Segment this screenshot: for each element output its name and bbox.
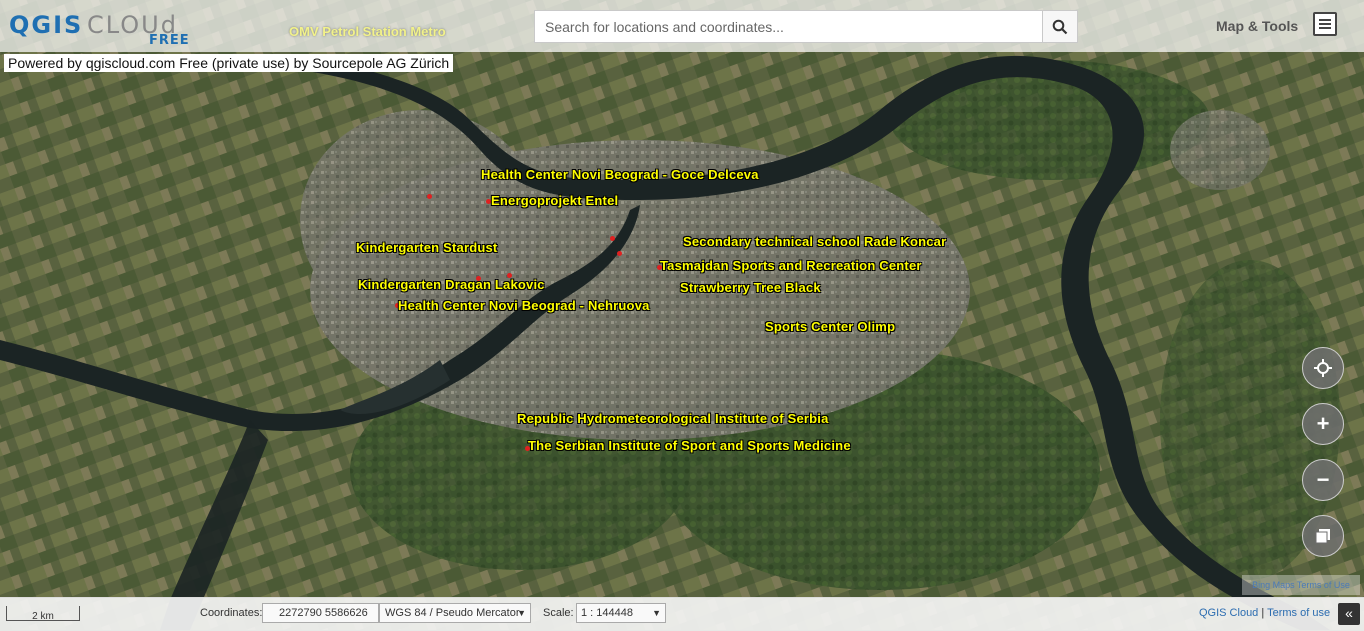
logo-tier: FREE <box>149 33 190 48</box>
crosshair-icon <box>1314 359 1332 377</box>
satellite-imagery <box>0 0 1364 630</box>
top-bar: QGIS CLOUd FREE OMV Petrol Station Metro… <box>0 0 1364 52</box>
scale-select[interactable]: 1 : 144448 ▼ <box>576 603 666 623</box>
coordinates-label: Coordinates: <box>200 607 263 619</box>
menu-icon-line <box>1319 19 1331 21</box>
scale-label: Scale: <box>543 607 574 619</box>
scale-bar: 2 km <box>6 606 80 622</box>
crs-select[interactable]: WGS 84 / Pseudo Mercator ▼ <box>379 603 531 623</box>
poi-label: Republic Hydrometeorological Institute o… <box>517 411 829 426</box>
poi-label: Energoprojekt Entel <box>491 193 619 208</box>
zoom-in-button[interactable]: + <box>1302 403 1344 445</box>
search-icon <box>1052 19 1068 34</box>
poi-label: Kindergarten Dragan Lakovic <box>358 277 545 292</box>
poi-label: Kindergarten Stardust <box>356 240 498 255</box>
poi-label: Sports Center Olimp <box>765 319 896 334</box>
bing-terms-link[interactable]: Bing Maps Terms of Use <box>1242 575 1360 595</box>
search-box <box>534 10 1078 43</box>
chevron-down-icon: ▼ <box>517 608 526 618</box>
search-input[interactable] <box>535 11 1043 42</box>
search-button[interactable] <box>1042 11 1077 42</box>
map-title: OMV Petrol Station Metro <box>289 24 446 39</box>
qgis-cloud-logo[interactable]: QGIS CLOUd FREE <box>9 11 209 51</box>
layers-button[interactable] <box>1302 515 1344 557</box>
plus-icon: + <box>1316 411 1330 436</box>
poi-label: Tasmajdan Sports and Recreation Center <box>660 258 922 273</box>
menu-icon-line <box>1319 23 1331 25</box>
poi-marker[interactable] <box>427 194 432 199</box>
poi-marker[interactable] <box>610 236 615 241</box>
coordinates-field[interactable]: 2272790 5586626 <box>262 603 379 623</box>
chevron-down-icon: ▼ <box>652 608 661 618</box>
poi-label: Strawberry Tree Black <box>680 280 821 295</box>
poi-label: Health Center Novi Beograd - Goce Delcev… <box>481 167 759 182</box>
collapse-button[interactable]: « <box>1338 603 1360 625</box>
map-tools-label[interactable]: Map & Tools <box>1216 18 1298 34</box>
layers-icon <box>1315 529 1330 544</box>
qgis-cloud-link[interactable]: QGIS Cloud <box>1199 607 1258 619</box>
minus-icon: − <box>1316 467 1330 492</box>
poi-marker[interactable] <box>617 251 622 256</box>
crs-value: WGS 84 / Pseudo Mercator <box>385 607 520 619</box>
poi-label: Secondary technical school Rade Koncar <box>683 234 947 249</box>
menu-button[interactable] <box>1313 12 1337 36</box>
map-canvas[interactable]: Health Center Novi Beograd - Goce Delcev… <box>0 0 1364 630</box>
scale-value: 1 : 144448 <box>581 607 633 619</box>
link-separator: | <box>1258 607 1268 619</box>
zoom-out-button[interactable]: − <box>1302 459 1344 501</box>
attribution-text: Powered by qgiscloud.com Free (private u… <box>4 54 454 72</box>
poi-label: The Serbian Institute of Sport and Sport… <box>528 438 851 453</box>
terms-link[interactable]: Terms of use <box>1267 607 1330 619</box>
menu-icon-line <box>1319 27 1331 29</box>
footer-links: QGIS Cloud | Terms of use <box>1199 607 1330 619</box>
poi-label: Health Center Novi Beograd - Nehruova <box>398 298 650 313</box>
logo-brand: QGIS <box>9 11 84 39</box>
bottom-bar: 2 km Coordinates: 2272790 5586626 WGS 84… <box>0 597 1364 631</box>
locate-button[interactable] <box>1302 347 1344 389</box>
